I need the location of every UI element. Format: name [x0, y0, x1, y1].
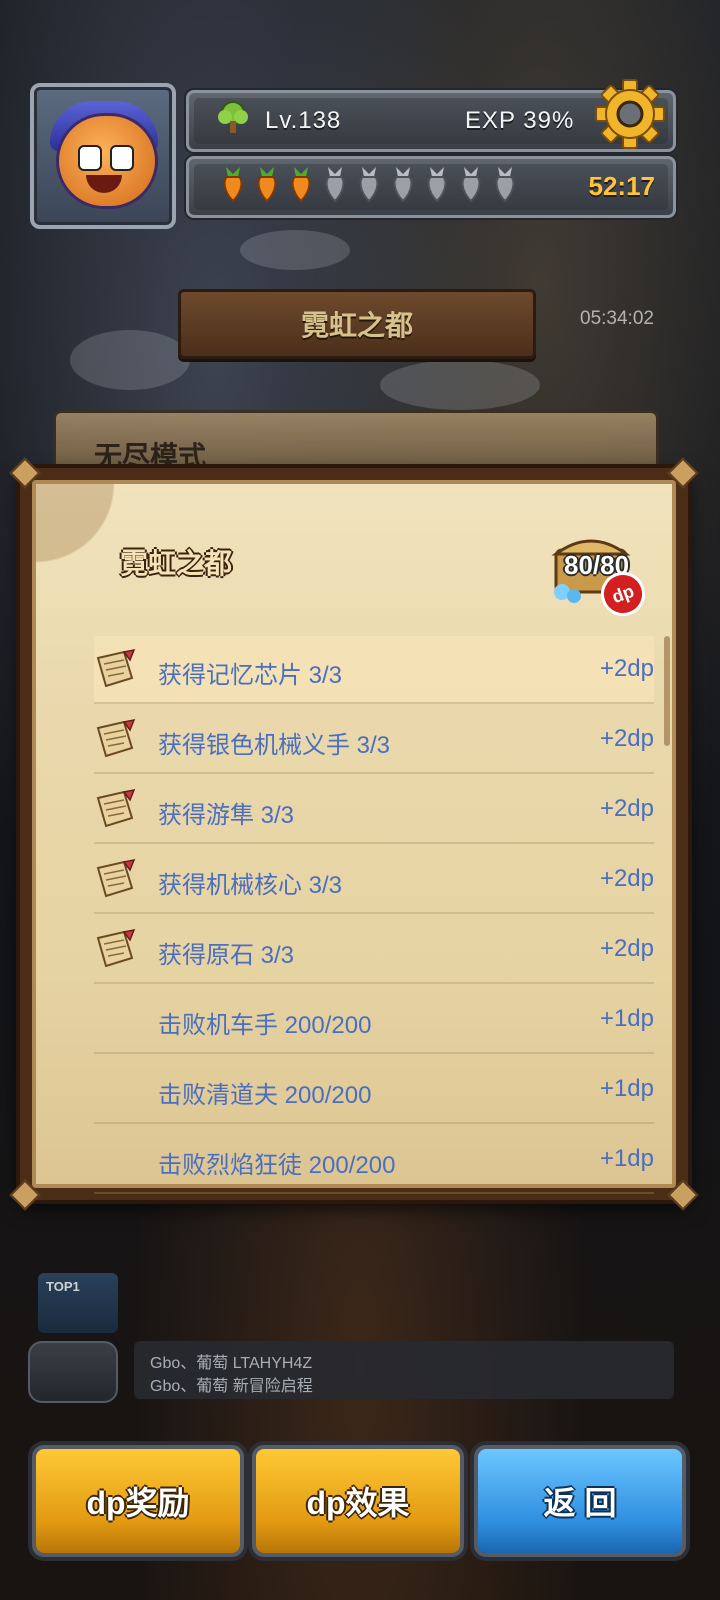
carrot-row [217, 165, 521, 203]
task-text: 获得游隼 3/3 [158, 802, 295, 829]
snow-patch [70, 330, 190, 390]
task-reward: +1dp [599, 1005, 654, 1032]
quest-scroll-icon [94, 648, 138, 690]
modal-title: 霓虹之都 [120, 548, 233, 579]
dp-effect-button[interactable]: dp效果 [256, 1449, 460, 1553]
carrot-icon [495, 167, 515, 203]
quest-scroll-icon [94, 718, 138, 760]
top-rank-label: TOP1 [46, 1279, 80, 1294]
gear-icon[interactable] [594, 78, 666, 150]
map-timer: 05:34:02 [580, 308, 654, 329]
chat-radio-icon[interactable] [28, 1341, 118, 1403]
chat-box[interactable]: Gbo、葡萄 LTAHYH4Z Gbo、葡萄 新冒险启程 [134, 1341, 674, 1399]
carrot-icon [325, 167, 345, 203]
carrot-icon [359, 167, 379, 203]
quest-scroll-icon [94, 858, 138, 900]
carrot-icon [291, 167, 311, 203]
back-button[interactable]: 返 回 [478, 1449, 682, 1553]
task-row: 获得原石 3/3 +2dp [94, 916, 654, 984]
task-reward: +2dp [599, 725, 654, 752]
player-avatar[interactable] [30, 83, 176, 229]
task-row: 获得记忆芯片 3/3 +2dp [94, 636, 654, 704]
tree-icon [218, 101, 248, 133]
quest-scroll-icon [94, 788, 138, 830]
task-reward: +2dp [599, 935, 654, 962]
map-title-plank: 霓虹之都 [178, 289, 536, 359]
task-row: 获得游隼 3/3 +2dp [94, 776, 654, 844]
dp-task-modal: 霓虹之都 80/80 dp 获得记忆芯片 3/3 +2dp 获得银色机械义手 3/3… [9, 457, 699, 1211]
task-reward: +2dp [599, 865, 654, 892]
top-rank-badge[interactable]: TOP1 [38, 1273, 118, 1333]
chat-line: Gbo、葡萄 LTAHYH4Z [150, 1355, 313, 1372]
task-text: 击败烈焰狂徒 200/200 [158, 1152, 396, 1179]
task-text: 获得银色机械义手 3/3 [158, 732, 391, 759]
carrot-icon [427, 167, 447, 203]
carrot-icon [223, 167, 243, 203]
task-text: 获得原石 3/3 [158, 942, 295, 969]
exp-label: EXP 39% [465, 107, 575, 134]
task-text: 击败机车手 200/200 [158, 1012, 372, 1039]
quest-scroll-icon [94, 928, 138, 970]
carrot-icon [393, 167, 413, 203]
map-title: 霓虹之都 [300, 310, 413, 341]
task-row: 获得银色机械义手 3/3 +2dp [94, 706, 654, 774]
snow-patch [380, 360, 540, 410]
snow-patch [240, 230, 350, 270]
task-list-scrollbar[interactable] [664, 636, 670, 746]
avatar-eye [110, 145, 134, 171]
task-reward: +1dp [599, 1075, 654, 1102]
task-text: 击败清道夫 200/200 [158, 1082, 372, 1109]
task-text: 获得记忆芯片 3/3 [158, 662, 343, 689]
task-row: 获得机械核心 3/3 +2dp [94, 846, 654, 914]
avatar-face [56, 113, 158, 209]
task-row: 击败机车手 200/200 +1dp [94, 986, 654, 1054]
stamina-bar: 52:17 [186, 156, 676, 218]
stamina-timer: 52:17 [588, 171, 656, 201]
task-reward: +1dp [599, 1145, 654, 1172]
task-row: 击败烈焰狂徒 200/200 +1dp [94, 1126, 654, 1194]
dp-reward-button[interactable]: dp奖励 [36, 1449, 240, 1553]
task-reward: +2dp [599, 795, 654, 822]
task-row: 击败清道夫 200/200 +1dp [94, 1056, 654, 1124]
carrot-icon [257, 167, 277, 203]
parchment-frame: 霓虹之都 80/80 dp 获得记忆芯片 3/3 +2dp 获得银色机械义手 3/3… [32, 480, 676, 1194]
task-text: 获得机械核心 3/3 [158, 872, 343, 899]
carrot-icon [461, 167, 481, 203]
task-list[interactable]: 获得记忆芯片 3/3 +2dp 获得银色机械义手 3/3 +2dp 获得游隼 3/3 +2… [94, 636, 654, 1196]
level-label: Lv.138 [265, 107, 342, 134]
avatar-eye [78, 145, 102, 171]
task-reward: +2dp [599, 655, 654, 682]
chat-line: Gbo、葡萄 新冒险启程 [150, 1378, 313, 1395]
